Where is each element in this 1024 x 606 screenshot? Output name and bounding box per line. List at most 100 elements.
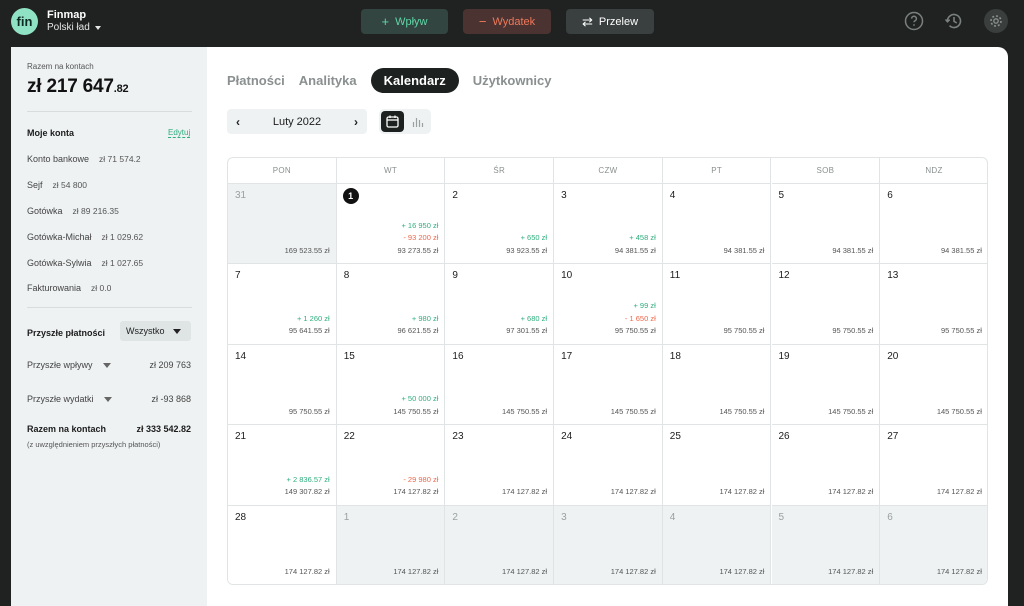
day-summary: 174 127.82 zł [611,486,656,499]
calendar-day-cell[interactable]: 23 174 127.82 zł [445,425,555,506]
org-selector[interactable]: Polski ład [47,22,101,33]
calendar-day-cell[interactable]: 5 94 381.55 zł [771,184,881,265]
total-balance-main: zł 217 647 [27,76,114,97]
divider [27,307,192,308]
calendar-day-cell[interactable]: 21 + 2 836.57 zł 149 307.82 zł [228,425,337,506]
calendar-day-cell[interactable]: 7 + 1 260 zł 95 641.55 zł [228,264,337,345]
calendar-day-cell[interactable]: 19 145 750.55 zł [771,344,881,426]
chevron-down-icon [172,328,181,334]
add-inflow-button[interactable]: + Wpływ [361,9,448,34]
gear-icon[interactable] [984,9,1008,33]
day-inflow-amount: + 980 zł [411,313,439,323]
chevron-right-icon[interactable]: › [354,115,358,129]
calendar-day-cell[interactable]: 3 174 127.82 zł [554,505,663,584]
calendar-day-cell[interactable]: 17 145 750.55 zł [554,344,663,426]
day-inflow-amount: + 99 zł [633,301,656,311]
calendar-day-cell[interactable]: 2 174 127.82 zł [445,505,555,584]
day-summary: - 29 980 zł 174 127.82 zł [393,474,438,499]
chevron-left-icon[interactable]: ‹ [236,115,240,129]
future-inflows-toggle[interactable]: Przyszłe wpływy [27,360,111,370]
finmap-logo[interactable]: fin [11,8,38,35]
day-number: 2 [452,190,458,201]
tab-calendar[interactable]: Kalendarz [370,68,459,93]
edit-accounts-link[interactable]: Edytuj [168,128,191,138]
chevron-down-icon [103,396,112,402]
add-outflow-button[interactable]: − Wydatek [463,9,551,34]
calendar-day-cell[interactable]: 12 95 750.55 zł [771,264,881,345]
add-transfer-button[interactable]: ⇄ Przelew [566,9,654,34]
tab-bar: Płatności Analityka Kalendarz Użytkownic… [227,68,566,93]
future-payments-filter[interactable]: Wszystko [120,321,191,341]
day-inflow-amount: + 2 836.57 zł [286,474,330,484]
calendar-day-cell[interactable]: 26 174 127.82 zł [771,425,881,506]
accounts-title: Moje konta [27,128,75,138]
day-number: 14 [235,350,247,362]
calendar-view-icon[interactable] [381,111,404,132]
day-balance: 145 750.55 zł [610,406,656,416]
account-item[interactable]: Konto bankowe zł 71 574.2 [27,154,141,164]
bar-chart-view-icon[interactable] [408,112,428,131]
calendar-day-cell[interactable]: 24 174 127.82 zł [554,425,663,506]
day-balance: 174 127.82 zł [719,487,765,497]
day-number: 11 [669,270,681,282]
calendar-day-cell[interactable]: 1 + 16 950 zł - 93 200 zł 93 273.55 zł [336,184,446,265]
history-icon[interactable] [943,10,965,32]
day-number: 12 [778,270,790,282]
account-item[interactable]: Gotówka-Michał zł 1 029.62 [27,232,143,242]
day-summary: 174 127.82 zł [937,486,982,499]
calendar-day-cell[interactable]: 31 169 523.55 zł [228,184,337,265]
main-panel: Płatności Analityka Kalendarz Użytkownic… [207,47,1008,606]
account-item[interactable]: Gotówka zł 89 216.35 [27,206,119,216]
calendar-day-cell[interactable]: 9 + 680 zł 97 301.55 zł [445,264,555,345]
calendar-day-cell[interactable]: 3 + 458 zł 94 381.55 zł [554,184,663,265]
future-outflows-toggle[interactable]: Przyszłe wydatki [27,394,112,404]
calendar-day-cell[interactable]: 25 174 127.82 zł [662,425,772,506]
calendar-day-cell[interactable]: 2 + 650 zł 93 923.55 zł [445,184,555,265]
tab-analytics[interactable]: Analityka [299,68,357,93]
day-summary: + 458 zł 94 381.55 zł [615,232,656,257]
tab-users[interactable]: Użytkownicy [473,68,552,93]
day-number: 16 [452,350,464,362]
day-number: 6 [887,190,893,201]
calendar-day-cell[interactable]: 14 95 750.55 zł [228,344,337,426]
calendar-day-cell[interactable]: 15 + 50 000 zł 145 750.55 zł [336,344,446,426]
day-summary: 95 750.55 zł [724,325,765,338]
day-balance: 95 750.55 zł [288,406,330,416]
calendar-day-cell[interactable]: 18 145 750.55 zł [662,344,772,426]
day-summary: 174 127.82 zł [828,566,873,579]
day-balance: 93 273.55 zł [397,245,439,255]
calendar-day-cell[interactable]: 27 174 127.82 zł [880,425,987,506]
calendar-day-cell[interactable]: 6 94 381.55 zł [880,184,987,265]
day-number: 4 [669,511,676,523]
day-balance: 174 127.82 zł [393,487,439,497]
org-name[interactable]: Finmap [47,9,86,21]
day-number: 1 [343,511,350,523]
calendar-day-cell[interactable]: 20 145 750.55 zł [880,344,987,426]
day-summary: 174 127.82 zł [502,486,547,499]
day-summary: 169 523.55 zł [285,245,330,258]
calendar-day-cell[interactable]: 11 95 750.55 zł [662,264,772,345]
view-toggle [379,109,431,134]
account-item[interactable]: Gotówka-Sylwia zł 1 027.65 [27,258,143,268]
tab-payments[interactable]: Płatności [227,68,285,93]
calendar-day-cell[interactable]: 8 + 980 zł 96 621.55 zł [336,264,446,345]
weekday-header: CZW [554,158,663,184]
chevron-down-icon [102,362,111,368]
day-number: 7 [235,270,241,282]
account-value: zł 1 027.65 [101,258,144,268]
day-summary: 174 127.82 zł [393,566,438,579]
calendar-day-cell[interactable]: 22 - 29 980 zł 174 127.82 zł [336,425,446,506]
add-inflow-label: Wpływ [395,15,428,28]
calendar-day-cell[interactable]: 16 145 750.55 zł [445,344,555,426]
calendar-day-cell[interactable]: 6 174 127.82 zł [880,505,987,584]
account-item[interactable]: Fakturowania zł 0.0 [27,283,111,293]
calendar-day-cell[interactable]: 13 95 750.55 zł [880,264,987,345]
calendar-day-cell[interactable]: 10 + 99 zł - 1 650 zł 95 750.55 zł [554,264,663,345]
calendar-day-cell[interactable]: 4 94 381.55 zł [662,184,772,265]
calendar-day-cell[interactable]: 1 174 127.82 zł [336,505,446,584]
calendar-day-cell[interactable]: 4 174 127.82 zł [662,505,772,584]
calendar-day-cell[interactable]: 5 174 127.82 zł [771,505,881,584]
account-item[interactable]: Sejf zł 54 800 [27,180,87,190]
help-icon[interactable] [903,10,925,32]
calendar-day-cell[interactable]: 28 174 127.82 zł [228,505,337,584]
